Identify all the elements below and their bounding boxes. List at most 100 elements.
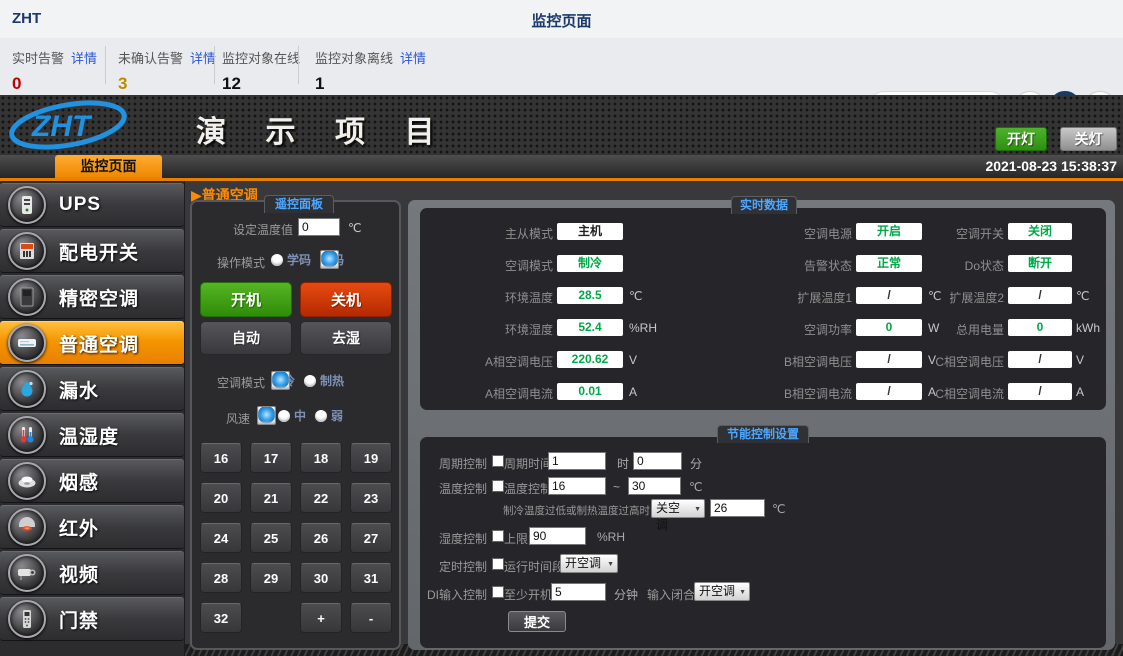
precision-ac-icon [8,278,46,316]
set-temp-label: 设定温度值 [205,221,293,238]
fan-speed-option[interactable]: 强 [257,407,269,424]
stats-divider [298,46,299,84]
keypad-button-22[interactable]: 22 [300,483,342,513]
temp-min-input[interactable] [548,477,606,495]
ac-mode-option[interactable]: 制热 [304,372,344,389]
keypad-button-16[interactable]: 16 [200,443,242,473]
keypad-button--[interactable]: - [350,603,392,633]
power-on-button[interactable]: 开机 [200,282,292,317]
keypad-button-24[interactable]: 24 [200,523,242,553]
auto-button[interactable]: 自动 [200,321,292,355]
stat-value: 3 [118,74,216,94]
sidebar-item-普通空调[interactable]: 普通空调 [0,321,184,365]
screen: ZHT 监控页面 实时告警详情0未确认告警详情3监控对象在线12监控对象离线详情… [0,0,1123,656]
tab-bar: 监控页面 2021-08-23 15:38:37 [0,155,1123,181]
fan-speed-option[interactable]: 中 [278,407,306,424]
sidebar-item-配电开关[interactable]: 配电开关 [0,229,184,273]
keypad-button-30[interactable]: 30 [300,563,342,593]
timer-period-select[interactable]: 开空调 ▼ [560,554,618,573]
keypad-button-17[interactable]: 17 [250,443,292,473]
sidebar-item-红外[interactable]: 红外 [0,505,184,549]
detail-link[interactable]: 详情 [190,51,216,66]
stat-group: 监控对象离线详情1 [315,48,426,94]
di-control-checkbox[interactable] [492,586,504,598]
sidebar-item-温湿度[interactable]: 温湿度 [0,413,184,457]
rt-field-unit: ℃ [629,289,642,303]
cycle-hour-input[interactable] [548,452,606,470]
door-access-icon [8,600,46,638]
keypad-button-+[interactable]: + [300,603,342,633]
power-off-button[interactable]: 关机 [300,282,392,317]
op-mode-option[interactable]: 学码 [271,251,311,268]
sidebar-item-label: 配电开关 [59,238,139,265]
sidebar-item-门禁[interactable]: 门禁 [0,597,184,641]
sidebar-item-label: 红外 [59,514,99,541]
fan-speed-option[interactable]: 弱 [315,407,343,424]
sidebar-item-label: 普通空调 [59,330,139,357]
detail-link[interactable]: 详情 [400,51,426,66]
action-temp-unit: ℃ [772,502,785,516]
logo-text: ZHT [31,110,93,143]
rt-field-unit: kWh [1076,321,1100,335]
keypad-button-27[interactable]: 27 [350,523,392,553]
rt-field-label: 主从模式 [433,225,553,242]
cycle-minute-input[interactable] [633,452,682,470]
submit-button[interactable]: 提交 [508,611,566,632]
keypad-button-21[interactable]: 21 [250,483,292,513]
cycle-time-label: 周期时间 [504,455,552,472]
zht-logo: ZHT [6,99,186,151]
op-mode-option[interactable]: 发码 [320,251,344,268]
temp-max-input[interactable] [628,477,681,495]
tab-monitor-page[interactable]: 监控页面 [55,155,162,178]
keypad-button-20[interactable]: 20 [200,483,242,513]
cycle-control-checkbox[interactable] [492,455,504,467]
light-off-button[interactable]: 关灯 [1060,127,1117,151]
temp-range-unit: ℃ [689,480,702,494]
set-temp-input[interactable] [298,218,340,236]
humidity-control-checkbox[interactable] [492,530,504,542]
light-on-button[interactable]: 开灯 [995,127,1047,151]
caret-down-icon: ▼ [739,584,746,601]
detail-link[interactable]: 详情 [71,51,97,66]
humidity-limit-input[interactable] [529,527,586,545]
rt-field-value: 主机 [557,223,623,240]
stats-divider [214,46,215,84]
sidebar-item-精密空调[interactable]: 精密空调 [0,275,184,319]
rt-field-value: / [1008,351,1072,368]
rt-field-value: 220.62 [557,351,623,368]
dehumidify-button[interactable]: 去湿 [300,321,392,355]
stat-value: 0 [12,74,97,94]
keypad-button-32[interactable]: 32 [200,603,242,633]
selected-option: 开空调 [565,556,601,570]
logo-bar: ZHT 演 示 项 目 开灯 关灯 [0,95,1123,155]
keypad-button-28[interactable]: 28 [200,563,242,593]
timer-control-checkbox[interactable] [492,558,504,570]
stat-group: 监控对象在线12 [222,48,300,94]
radio-icon [304,375,316,387]
keypad-button-19[interactable]: 19 [350,443,392,473]
temp-control-checkbox[interactable] [492,480,504,492]
low-temp-action-select[interactable]: 关空调 ▼ [651,499,705,518]
keypad-button-18[interactable]: 18 [300,443,342,473]
rt-field-label: 空调模式 [433,257,553,274]
stats-bar: 实时告警详情0未确认告警详情3监控对象在线12监控对象离线详情1 1:1 [0,38,1123,95]
ac-mode-option[interactable]: 制冷 [271,372,295,389]
sidebar-item-漏水[interactable]: 漏水 [0,367,184,411]
keypad-button-25[interactable]: 25 [250,523,292,553]
sidebar-item-UPS[interactable]: UPS [0,183,184,227]
set-temp-unit: ℃ [348,221,361,235]
sidebar-item-烟感[interactable]: 烟感 [0,459,184,503]
rt-field-unit: V [629,353,637,367]
di-min-on-input[interactable] [551,583,606,601]
stat-label: 监控对象在线 [222,51,300,66]
keypad-button-23[interactable]: 23 [350,483,392,513]
keypad-button-29[interactable]: 29 [250,563,292,593]
keypad-button-26[interactable]: 26 [300,523,342,553]
action-temp-input[interactable] [710,499,765,517]
sidebar-item-视频[interactable]: 视频 [0,551,184,595]
fan-speed-label: 风速 [198,410,250,427]
keypad-button-31[interactable]: 31 [350,563,392,593]
rt-field-label: Do状态 [884,257,1004,274]
di-closed-select[interactable]: 开空调 ▼ [694,582,750,601]
di-min-on-label: 至少开机 [504,586,552,603]
